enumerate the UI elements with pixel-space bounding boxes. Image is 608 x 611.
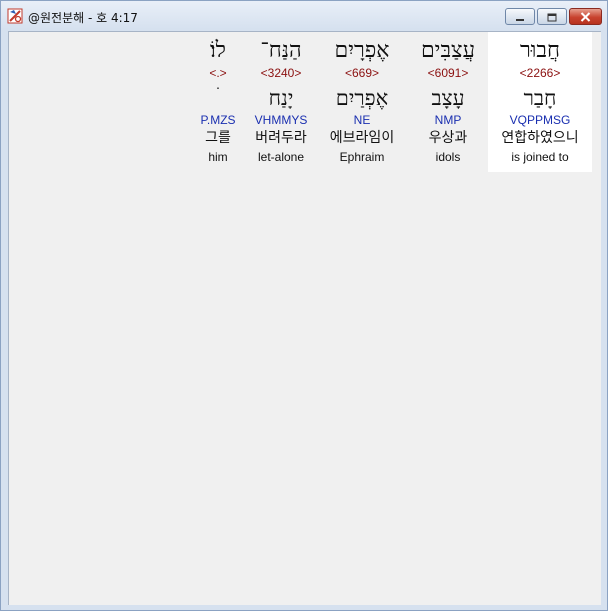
hebrew-word: חֲבוּר [519, 38, 561, 63]
hebrew-word: לוֹ׃ [210, 38, 226, 63]
korean-gloss: 버려두라 [255, 130, 307, 146]
morphology-code: VHMMYS [254, 113, 308, 127]
english-gloss: him [208, 150, 228, 164]
hebrew-word: אֶפְרָיִם [334, 38, 390, 63]
strong-number[interactable]: <.> [195, 66, 241, 80]
hebrew-lexeme: חָבַר [523, 86, 557, 110]
korean-gloss: 연합하였으니 [501, 130, 579, 146]
morphology-code: VQPPMSG [509, 113, 571, 127]
korean-gloss: 그를 [205, 130, 231, 146]
morphology-code: P.MZS [200, 113, 236, 127]
word-column[interactable]: חֲבוּר <2266> חָבַר VQPPMSG 연합하였으니 is jo… [488, 32, 592, 172]
hebrew-lexeme: ׄ [195, 85, 241, 111]
strong-number[interactable]: <2266> [488, 66, 592, 80]
app-icon [7, 8, 23, 24]
window-title: @원전분해 - 호 4:17 [28, 11, 138, 25]
hebrew-lexeme: יָנַח [268, 86, 294, 110]
minimize-icon [515, 7, 525, 26]
maximize-button[interactable] [537, 8, 567, 25]
close-button[interactable] [569, 8, 602, 25]
interlinear-view[interactable]: חֲבוּר <2266> חָבַר VQPPMSG 연합하였으니 is jo… [8, 31, 601, 605]
maximize-icon [547, 7, 557, 26]
word-column[interactable]: עֲצַבִּים <6091> עָצָב NMP 우상과 idols [408, 32, 488, 172]
korean-gloss: 우상과 [428, 130, 468, 146]
english-gloss: let-alone [257, 150, 305, 164]
strong-number[interactable]: <3240> [247, 66, 315, 80]
english-gloss: Ephraim [339, 150, 385, 164]
hebrew-lexeme: עָצָב [431, 86, 465, 110]
word-column[interactable]: אֶפְרָיִם <669> אֶפְרַיִם NE 에브라임이 Ephra… [321, 32, 403, 172]
app-window: @원전분해 - 호 4:17 חֲבוּר <2266> חָבַר VQPPM… [0, 0, 608, 611]
morphology-code: NMP [434, 113, 462, 127]
hebrew-word: הַנַּח־ [260, 38, 302, 63]
morphology-code: NE [353, 113, 371, 127]
minimize-button[interactable] [505, 8, 535, 25]
hebrew-lexeme: אֶפְרַיִם [335, 86, 389, 110]
english-gloss: idols [435, 150, 461, 164]
close-icon [580, 7, 591, 26]
word-column[interactable]: הַנַּח־ <3240> יָנַח VHMMYS 버려두라 let-alo… [247, 32, 315, 172]
word-column[interactable]: לוֹ׃ <.> ׄ P.MZS 그를 him [195, 32, 241, 172]
title-bar[interactable]: @원전분해 - 호 4:17 [1, 1, 607, 30]
strong-number[interactable]: <669> [321, 66, 403, 80]
english-gloss: is joined to [511, 150, 569, 164]
hebrew-word: עֲצַבִּים [420, 38, 476, 63]
korean-gloss: 에브라임이 [329, 130, 395, 146]
strong-number[interactable]: <6091> [408, 66, 488, 80]
